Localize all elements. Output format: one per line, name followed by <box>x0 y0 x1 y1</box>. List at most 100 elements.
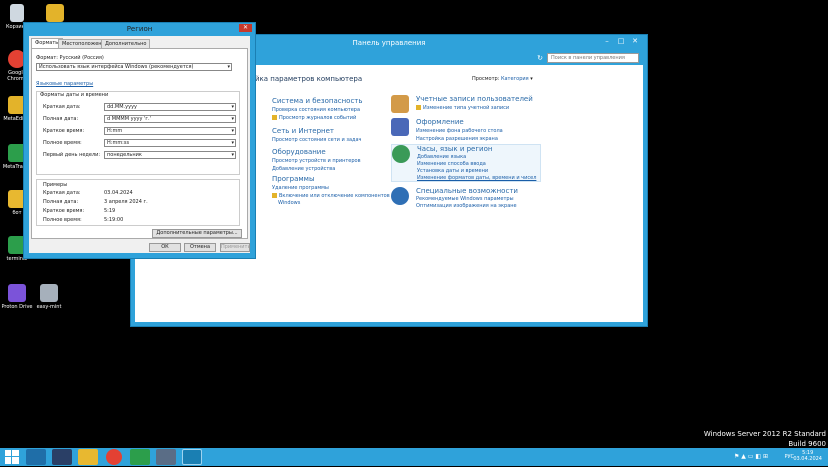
trash-icon <box>10 4 24 22</box>
format-select[interactable]: Использовать язык интерфейса Windows (ре… <box>36 63 232 71</box>
select-value: d MMMM yyyy 'г.' <box>107 116 151 122</box>
start-button[interactable] <box>2 449 22 465</box>
category-link[interactable]: Просмотр состояния сети и задач <box>272 137 362 143</box>
example-value: 5:19 <box>104 208 116 214</box>
category-link[interactable]: Проверка состояния компьютера <box>272 107 360 113</box>
desktop-icon-label: easy-mint <box>36 304 62 310</box>
category-link[interactable]: Изменение типа учетной записи <box>416 105 509 111</box>
short-date-label: Краткая дата: <box>43 104 81 110</box>
select-value: H:mm <box>107 128 123 134</box>
dialog-body: Форматы Местоположение Дополнительно Фор… <box>29 36 250 253</box>
shield-icon <box>272 193 277 198</box>
select-value: dd.MM.yyyy <box>107 104 137 110</box>
category-title[interactable]: Оформление <box>416 118 464 126</box>
short-time-label: Краткое время: <box>43 128 85 134</box>
chevron-down-icon: ▾ <box>231 104 234 110</box>
dialog-title: Регион <box>126 25 153 33</box>
category-link[interactable]: Изменение фона рабочего стола <box>416 128 503 134</box>
page-title: йка параметров компьютера <box>255 75 363 83</box>
category-link[interactable]: Установка даты и времени <box>417 168 488 174</box>
region-dialog: Регион ✕ Форматы Местоположение Дополнит… <box>23 22 256 259</box>
proton-drive-icon <box>8 284 26 302</box>
category-link[interactable]: Рекомендуемые Windows параметры <box>416 196 514 202</box>
powershell-icon[interactable] <box>52 449 72 465</box>
close-button[interactable]: ✕ <box>629 37 641 46</box>
view-by-label: Просмотр: <box>472 76 500 82</box>
category-link[interactable]: Добавление языка <box>417 154 466 160</box>
chrome-icon[interactable] <box>106 449 122 465</box>
category-link[interactable]: Просмотр журналов событий <box>272 115 356 121</box>
control-panel-icon[interactable] <box>156 449 176 465</box>
tab-advanced[interactable]: Дополнительно <box>101 39 151 48</box>
category-title[interactable]: Часы, язык и регион <box>417 145 492 153</box>
easy-mint-icon <box>40 284 58 302</box>
category-link[interactable]: Включение или отключение компонентов <box>272 193 390 199</box>
build-watermark: Build 9600 <box>788 440 826 448</box>
minimize-button[interactable]: – <box>601 37 613 46</box>
language-settings-link[interactable]: Языковые параметры <box>36 81 93 87</box>
long-date-select[interactable]: d MMMM yyyy 'г.' ▾ <box>104 115 236 123</box>
category-title[interactable]: Сеть и Интернет <box>272 127 334 135</box>
short-time-select[interactable]: H:mm ▾ <box>104 127 236 135</box>
example-label: Полная дата: <box>43 199 79 205</box>
ok-button[interactable]: ОК <box>149 243 181 252</box>
long-time-select[interactable]: H:mm:ss ▾ <box>104 139 236 147</box>
proton-drive-desktop-icon[interactable]: Proton Drive <box>0 284 34 310</box>
category-title[interactable]: Специальные возможности <box>416 187 518 195</box>
desktop: Корзина Google Chrome MetaEditor MetaTra… <box>0 0 828 448</box>
category-link[interactable]: Добавление устройства <box>272 166 335 172</box>
select-value: понедельник <box>107 152 142 158</box>
maximize-button[interactable]: □ <box>615 37 627 46</box>
category-clock-language-region: Часы, язык и регион Добавление языка Изм… <box>391 144 541 182</box>
taskbar: ⚑ ▲ ▭ ◧ ⊞ РУС 5:19 03.04.2024 <box>0 448 828 466</box>
apply-button[interactable]: Применить <box>220 243 250 252</box>
date-time-formats-group: Форматы даты и времени Краткая дата: dd.… <box>36 91 240 175</box>
example-label: Краткая дата: <box>43 190 81 196</box>
shield-icon <box>272 115 277 120</box>
close-button[interactable]: ✕ <box>239 24 252 32</box>
examples-group: Примеры Краткая дата: 03.04.2024 Полная … <box>36 179 240 226</box>
shortcut-icon[interactable] <box>38 4 72 24</box>
cancel-button[interactable]: Отмена <box>184 243 216 252</box>
first-day-label: Первый день недели: <box>43 152 101 158</box>
refresh-icon[interactable]: ↻ <box>537 54 543 62</box>
category-title[interactable]: Оборудование <box>272 148 326 156</box>
example-label: Полное время: <box>43 217 82 223</box>
desktop-icon-label: Proton Drive <box>1 304 33 310</box>
short-date-select[interactable]: dd.MM.yyyy ▾ <box>104 103 236 111</box>
category-link[interactable]: Настройка разрешения экрана <box>416 136 498 142</box>
users-icon <box>391 95 409 113</box>
category-link[interactable]: Изменение форматов даты, времени и чисел <box>417 175 536 181</box>
category-title[interactable]: Программы <box>272 175 315 183</box>
clock[interactable]: 5:19 03.04.2024 <box>793 450 822 462</box>
metatrader-icon[interactable] <box>130 449 150 465</box>
search-input[interactable]: Поиск в панели управления <box>547 53 639 63</box>
first-day-select[interactable]: понедельник ▾ <box>104 151 236 159</box>
shield-icon <box>416 105 421 110</box>
os-watermark: Windows Server 2012 R2 Standard <box>703 430 826 438</box>
clock-date: 03.04.2024 <box>793 456 822 462</box>
long-date-label: Полная дата: <box>43 116 79 122</box>
category-link[interactable]: Удаление программы <box>272 185 329 191</box>
category-link[interactable]: Просмотр устройств и принтеров <box>272 158 361 164</box>
category-link[interactable]: Оптимизация изображения на экране <box>416 203 517 209</box>
appearance-icon <box>391 118 409 136</box>
server-manager-icon[interactable] <box>26 449 46 465</box>
additional-settings-button[interactable]: Дополнительные параметры... <box>152 229 242 238</box>
dialog-title-bar[interactable]: Регион ✕ <box>24 23 255 35</box>
view-by-dropdown[interactable]: Категория <box>501 76 529 82</box>
category-title[interactable]: Учетные записи пользователей <box>416 95 533 103</box>
category-link[interactable]: Изменение способа ввода <box>417 161 486 167</box>
formats-panel: Формат: Русский (Россия) Использовать яз… <box>31 48 248 239</box>
accessibility-icon <box>391 187 409 205</box>
file-explorer-icon[interactable] <box>78 449 98 465</box>
category-title[interactable]: Система и безопасность <box>272 97 363 105</box>
category-link-text: Включение или отключение компонентов <box>279 193 390 199</box>
windows-logo-icon <box>5 450 19 464</box>
view-by: Просмотр: Категория ▾ <box>472 76 533 82</box>
region-icon[interactable] <box>182 449 202 465</box>
category-link[interactable]: Windows <box>278 200 300 206</box>
easy-mint-desktop-icon[interactable]: easy-mint <box>32 284 66 310</box>
tray-icons[interactable]: ⚑ ▲ ▭ ◧ ⊞ <box>734 453 768 460</box>
chevron-down-icon: ▾ <box>231 116 234 122</box>
